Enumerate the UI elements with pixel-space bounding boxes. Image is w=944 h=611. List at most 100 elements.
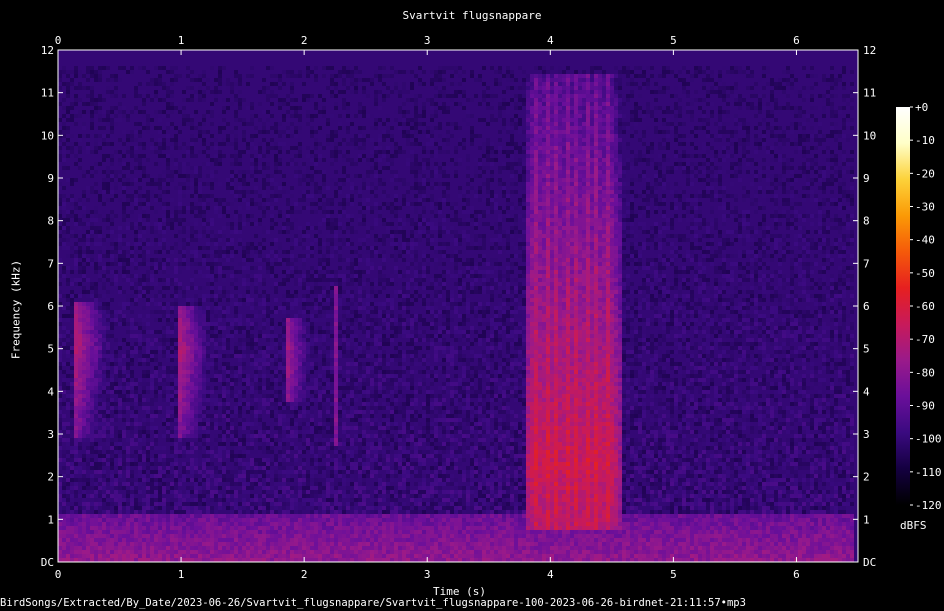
spectrogram-cell [794, 178, 798, 182]
spectrogram-cell [598, 166, 602, 170]
spectrogram-cell [674, 234, 678, 238]
spectrogram-cell [250, 242, 254, 246]
spectrogram-cell [850, 70, 854, 74]
spectrogram-cell [558, 114, 562, 118]
spectrogram-cell [374, 126, 378, 130]
spectrogram-cell [158, 178, 162, 182]
spectrogram-cell [590, 102, 594, 106]
spectrogram-cell [834, 94, 838, 98]
spectrogram-cell [734, 166, 738, 170]
spectrogram-cell [662, 190, 666, 194]
spectrogram-cell [738, 94, 742, 98]
spectrogram-cell [670, 110, 674, 114]
spectrogram-cell [802, 138, 806, 142]
spectrogram-cell [518, 242, 522, 246]
spectrogram-cell [122, 66, 126, 70]
spectrogram-cell [538, 214, 542, 218]
spectrogram-cell [62, 238, 66, 242]
spectrogram-cell [814, 74, 818, 78]
spectrogram-cell [506, 162, 510, 166]
spectrogram-cell [426, 226, 430, 230]
spectrogram-cell [222, 66, 226, 70]
spectrogram-cell [794, 238, 798, 242]
spectrogram-cell [202, 230, 206, 234]
spectrogram-cell [690, 74, 694, 78]
spectrogram-cell [742, 154, 746, 158]
spectrogram-cell [670, 206, 674, 210]
spectrogram-cell [590, 198, 594, 202]
spectrogram-cell [634, 242, 638, 246]
spectrogram-cell [366, 78, 370, 82]
spectrogram-cell [710, 114, 714, 118]
spectrogram-cell [202, 70, 206, 74]
spectrogram-cell [330, 198, 334, 202]
spectrogram-cell [278, 146, 282, 150]
spectrogram-cell [642, 66, 646, 70]
spectrogram-cell [762, 134, 766, 138]
spectrogram-cell [542, 166, 546, 170]
spectrogram-cell [298, 138, 302, 142]
spectrogram-cell [730, 182, 734, 186]
spectrogram-cell [78, 110, 82, 114]
spectrogram-cell [562, 86, 566, 90]
spectrogram-cell [382, 150, 386, 154]
spectrogram-cell [642, 142, 646, 146]
spectrogram-cell [790, 186, 794, 190]
spectrogram-cell [726, 70, 730, 74]
spectrogram-cell [302, 234, 306, 238]
spectrogram-cell [618, 142, 622, 146]
spectrogram-cell [546, 166, 550, 170]
spectrogram-cell [542, 190, 546, 194]
spectrogram-cell [774, 186, 778, 190]
spectrogram-cell [306, 154, 310, 158]
spectrogram-cell [382, 122, 386, 126]
spectrogram-cell [562, 142, 566, 146]
spectrogram-cell [594, 102, 598, 106]
spectrogram-cell [598, 234, 602, 238]
spectrogram-cell [362, 182, 366, 186]
spectrogram-cell [226, 106, 230, 110]
spectrogram-cell [494, 202, 498, 206]
spectrogram-cell [334, 94, 338, 98]
spectrogram-cell [510, 150, 514, 154]
spectrogram-cell [574, 174, 578, 178]
spectrogram-cell [434, 150, 438, 154]
spectrogram-cell [122, 114, 126, 118]
spectrogram-cell [502, 74, 506, 78]
spectrogram-cell [494, 82, 498, 86]
spectrogram-cell [506, 70, 510, 74]
spectrogram-cell [482, 146, 486, 150]
spectrogram-cell [634, 130, 638, 134]
spectrogram-cell [74, 110, 78, 114]
spectrogram-cell [254, 170, 258, 174]
spectrogram-cell [214, 146, 218, 150]
spectrogram-cell [278, 86, 282, 90]
spectrogram-cell [746, 126, 750, 130]
spectrogram-cell [90, 174, 94, 178]
spectrogram-cell [338, 214, 342, 218]
spectrogram-cell [422, 70, 426, 74]
spectrogram-cell [158, 118, 162, 122]
spectrogram-cell [538, 150, 542, 154]
spectrogram-cell [218, 182, 222, 186]
spectrogram-cell [450, 122, 454, 126]
spectrogram-cell [82, 190, 86, 194]
spectrogram-cell [802, 186, 806, 190]
spectrogram-cell [810, 166, 814, 170]
spectrogram-cell [374, 70, 378, 74]
spectrogram-cell [314, 138, 318, 142]
spectrogram-cell [314, 78, 318, 82]
spectrogram-cell [486, 182, 490, 186]
spectrogram-cell [414, 158, 418, 162]
spectrogram-cell [742, 170, 746, 174]
spectrogram-cell [526, 86, 530, 90]
spectrogram-cell [730, 166, 734, 170]
spectrogram-cell [262, 90, 266, 94]
spectrogram-cell [518, 198, 522, 202]
spectrogram-cell [830, 202, 834, 206]
spectrogram-cell [190, 118, 194, 122]
spectrogram-cell [654, 106, 658, 110]
spectrogram-cell [782, 138, 786, 142]
spectrogram-cell [362, 138, 366, 142]
spectrogram-cell [390, 206, 394, 210]
